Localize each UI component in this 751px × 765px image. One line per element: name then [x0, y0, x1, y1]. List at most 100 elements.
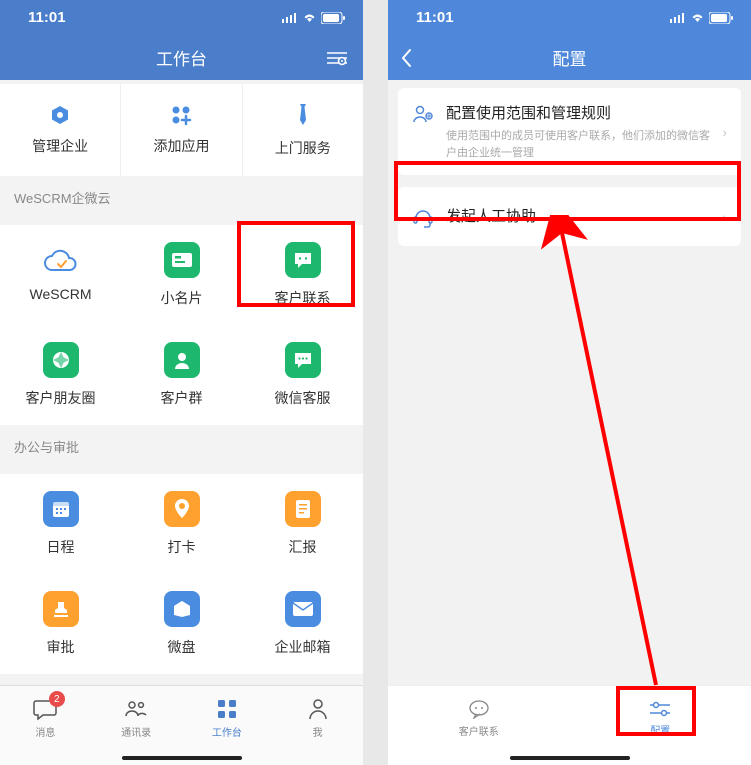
label: 我	[313, 724, 323, 739]
label: 审批	[47, 637, 75, 657]
chevron-right-icon: ›	[722, 209, 727, 225]
chevron-right-icon: ›	[722, 124, 727, 140]
user-config-icon	[412, 103, 434, 125]
status-bar: 11:01	[388, 0, 751, 35]
hexagon-icon	[49, 104, 71, 126]
sliders-icon	[649, 700, 671, 718]
label: 配置	[650, 722, 670, 737]
calendar-app[interactable]: 日程	[0, 474, 121, 574]
customer-group-app[interactable]: 客户群	[121, 325, 242, 425]
approval-app[interactable]: 审批	[0, 574, 121, 674]
tab-bar: 2 消息 通讯录 工作台 我	[0, 685, 363, 765]
label: 工作台	[212, 724, 242, 739]
dots-plus-icon	[170, 104, 192, 126]
label: 消息	[35, 724, 55, 739]
label: 小名片	[161, 288, 203, 308]
add-application[interactable]: 添加应用	[121, 84, 242, 176]
config-scope-rules[interactable]: 配置使用范围和管理规则 使用范围中的成员可使用客户联系，他们添加的微信客户由企业…	[398, 88, 741, 175]
grid-icon	[215, 697, 239, 721]
drive-app[interactable]: 微盘	[121, 574, 242, 674]
tab-messages[interactable]: 2 消息	[0, 686, 91, 750]
nav-title: 工作台	[156, 45, 207, 70]
label: 日程	[47, 537, 75, 557]
tab-me[interactable]: 我	[272, 686, 363, 750]
phone-left: 11:01 工作台 管理企业 添加应用 上门服	[0, 0, 363, 765]
red-arrow	[538, 215, 688, 695]
config-desc: 使用范围中的成员可使用客户联系，他们添加的微信客户由企业统一管理	[446, 128, 710, 161]
label: 管理企业	[32, 136, 88, 156]
wescrm-app[interactable]: WeSCRM	[0, 225, 121, 325]
manage-enterprise[interactable]: 管理企业	[0, 84, 121, 176]
pin-icon	[175, 499, 189, 519]
tab-workbench[interactable]: 工作台	[182, 686, 273, 750]
config-title: 配置使用范围和管理规则	[446, 102, 710, 123]
report-app[interactable]: 汇报	[242, 474, 363, 574]
onsite-service[interactable]: 上门服务	[243, 84, 363, 176]
status-bar: 11:01	[0, 0, 363, 35]
status-time: 11:01	[416, 9, 454, 26]
signal-icon	[670, 13, 686, 23]
config-title: 发起人工协助	[446, 205, 710, 226]
label: 客户群	[161, 388, 203, 408]
section-wescrm: WeSCRM 小名片 客户联系 客户朋友圈 客户群	[0, 225, 363, 425]
label: 上门服务	[275, 138, 331, 158]
drive-icon	[173, 600, 191, 618]
customer-contact-app[interactable]: 客户联系	[242, 225, 363, 325]
section-title-wescrm: WeSCRM企微云	[0, 176, 363, 219]
cloud-icon	[42, 248, 80, 276]
top-row: 管理企业 添加应用 上门服务	[0, 84, 363, 176]
label: 企业邮箱	[275, 637, 331, 657]
doc-icon	[296, 500, 310, 518]
user-icon	[173, 351, 191, 369]
status-time: 11:01	[28, 9, 66, 26]
person-icon	[306, 697, 330, 721]
aperture-icon	[51, 350, 71, 370]
battery-icon	[321, 12, 345, 24]
config-manual-assist[interactable]: 发起人工协助 ›	[398, 187, 741, 246]
label: WeSCRM	[30, 286, 92, 302]
home-indicator	[510, 756, 630, 760]
label: 添加应用	[153, 136, 209, 156]
tab-config[interactable]: 配置	[570, 686, 751, 750]
phone-right: 11:01 配置 配置使用范围和管理规则 使用范围中的成员可使用客户联系，他们添…	[388, 0, 751, 765]
label: 微盘	[168, 637, 196, 657]
headset-icon	[412, 206, 434, 228]
label: 打卡	[168, 537, 196, 557]
checkin-app[interactable]: 打卡	[121, 474, 242, 574]
wifi-icon	[302, 12, 317, 23]
chat-icon	[293, 251, 313, 269]
config-list: 配置使用范围和管理规则 使用范围中的成员可使用客户联系，他们添加的微信客户由企业…	[388, 88, 751, 246]
tab-customer-contact[interactable]: 客户联系	[388, 686, 570, 750]
nav-title: 配置	[553, 45, 587, 70]
battery-icon	[709, 12, 733, 24]
back-icon[interactable]	[400, 48, 412, 68]
section-title-office: 办公与审批	[0, 425, 363, 468]
wifi-icon	[690, 12, 705, 23]
tab-contacts[interactable]: 通讯录	[91, 686, 182, 750]
stamp-icon	[52, 600, 70, 618]
contacts-icon	[124, 697, 148, 721]
settings-icon[interactable]	[327, 50, 347, 66]
badge: 2	[49, 691, 65, 707]
mail-app[interactable]: 企业邮箱	[242, 574, 363, 674]
calendar-icon	[52, 500, 70, 518]
label: 汇报	[289, 537, 317, 557]
chat-icon	[293, 351, 313, 369]
signal-icon	[282, 13, 298, 23]
label: 客户联系	[275, 288, 331, 308]
status-icons	[670, 12, 733, 24]
home-indicator	[122, 756, 242, 760]
status-icons	[282, 12, 345, 24]
card-icon	[172, 253, 192, 267]
customer-moments-app[interactable]: 客户朋友圈	[0, 325, 121, 425]
label: 客户联系	[459, 723, 499, 738]
label: 通讯录	[121, 724, 151, 739]
label: 微信客服	[275, 388, 331, 408]
wechat-service-app[interactable]: 微信客服	[242, 325, 363, 425]
tie-icon	[292, 102, 314, 128]
label: 客户朋友圈	[26, 388, 96, 408]
mini-card-app[interactable]: 小名片	[121, 225, 242, 325]
right-tab-bar: 客户联系 配置	[388, 685, 751, 765]
nav-header: 工作台	[0, 35, 363, 80]
bubble-icon	[468, 699, 490, 719]
